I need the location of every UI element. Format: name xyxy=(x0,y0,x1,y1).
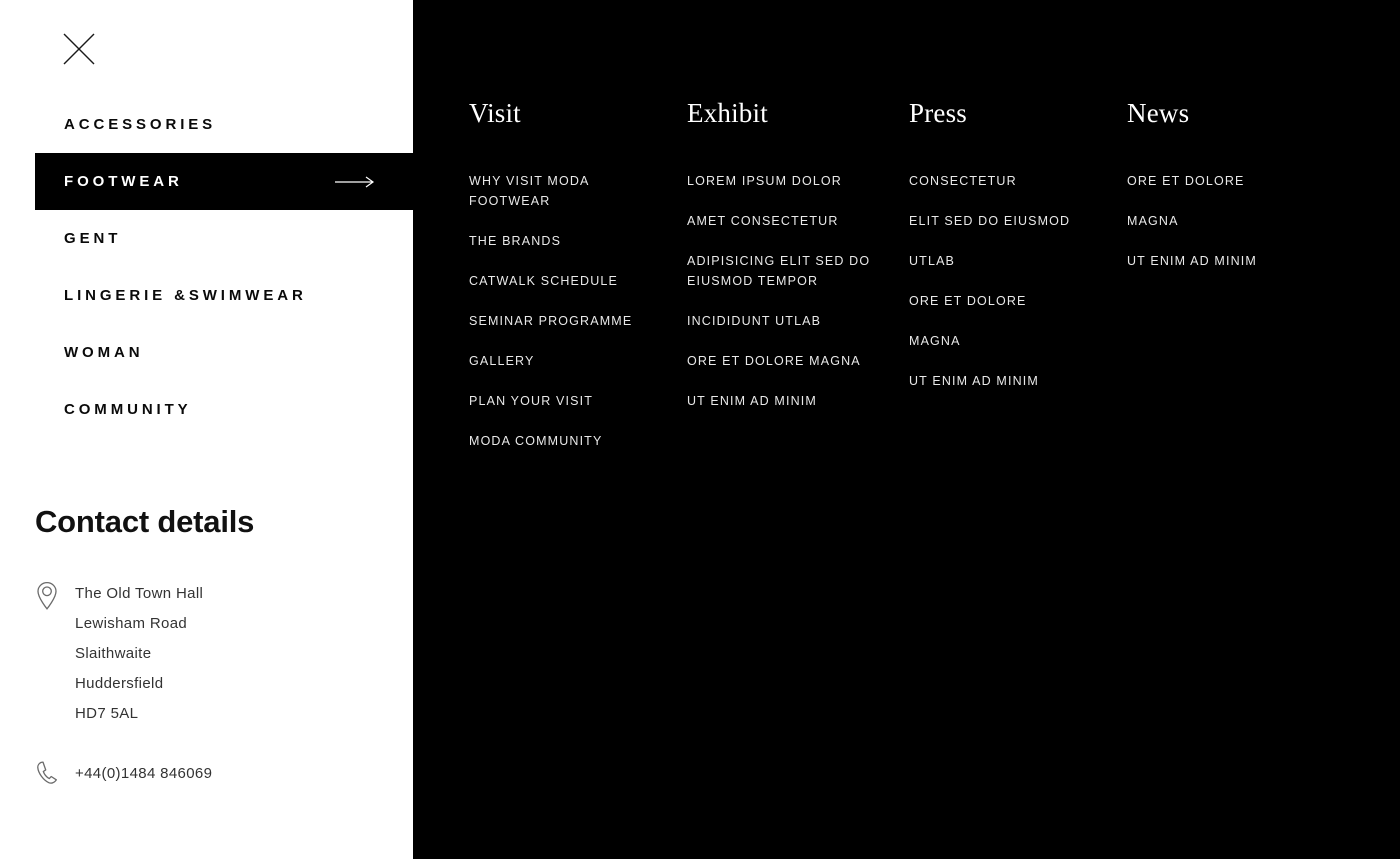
menu-link[interactable]: ADIPISICING ELIT SED DO EIUSMOD TEMPOR xyxy=(687,251,877,291)
address-line: The Old Town Hall xyxy=(75,585,204,603)
menu-link[interactable]: ORE ET DOLORE MAGNA xyxy=(687,351,877,371)
contact-details-title: Contact details xyxy=(35,504,255,539)
column-links: LOREM IPSUM DOLOR AMET CONSECTETUR ADIPI… xyxy=(687,171,909,411)
contact-details: Contact details The Old Town Hall Lewish… xyxy=(35,504,395,786)
column-links: ORE ET DOLORE MAGNA UT ENIM AD MINIM xyxy=(1127,171,1357,271)
column-heading: Visit xyxy=(469,98,521,128)
sidebar-item-lingerie-swimwear[interactable]: LINGERIE &SWIMWEAR xyxy=(0,267,413,324)
menu-link[interactable]: MAGNA xyxy=(909,331,1099,351)
mega-column-press: Press CONSECTETUR ELIT SED DO EIUSMOD UT… xyxy=(909,100,1127,451)
menu-link[interactable]: LOREM IPSUM DOLOR xyxy=(687,171,877,191)
menu-link[interactable]: WHY VISIT MODA FOOTWEAR xyxy=(469,171,659,211)
contact-phone-number: +44(0)1484 846069 xyxy=(75,764,213,782)
mega-menu-columns: Visit WHY VISIT MODA FOOTWEAR THE BRANDS… xyxy=(469,100,1357,451)
arrow-right-icon xyxy=(335,176,375,188)
menu-link[interactable]: UT ENIM AD MINIM xyxy=(687,391,877,411)
mega-menu-panel: Visit WHY VISIT MODA FOOTWEAR THE BRANDS… xyxy=(413,0,1400,859)
menu-link[interactable]: THE BRANDS xyxy=(469,231,659,251)
address-line: HD7 5AL xyxy=(75,705,139,723)
column-heading: Press xyxy=(909,98,968,128)
column-heading: Exhibit xyxy=(687,98,768,128)
menu-link[interactable]: UTLAB xyxy=(909,251,1099,271)
close-icon[interactable] xyxy=(62,32,96,66)
menu-link[interactable]: MODA COMMUNITY xyxy=(469,431,659,451)
address-line: Lewisham Road xyxy=(75,615,188,633)
sidebar-item-accessories[interactable]: ACCESSORIES xyxy=(0,96,413,153)
sidebar-panel: ACCESSORIES FOOTWEAR GENT LINGERIE &SWIM… xyxy=(0,0,413,859)
menu-link[interactable]: ORE ET DOLORE xyxy=(1127,171,1317,191)
sidebar-item-label: ACCESSORIES xyxy=(64,116,217,133)
menu-link[interactable]: GALLERY xyxy=(469,351,659,371)
sidebar-item-label: WOMAN xyxy=(64,344,144,361)
map-pin-icon xyxy=(35,579,75,611)
menu-link[interactable]: INCIDIDUNT UTLAB xyxy=(687,311,877,331)
sidebar-item-footwear[interactable]: FOOTWEAR xyxy=(35,153,413,210)
sidebar-item-label: FOOTWEAR xyxy=(64,173,183,190)
menu-link[interactable]: ORE ET DOLORE xyxy=(909,291,1099,311)
menu-link[interactable]: SEMINAR PROGRAMME xyxy=(469,311,659,331)
sidebar-item-label: COMMUNITY xyxy=(64,401,192,418)
menu-link[interactable]: PLAN YOUR VISIT xyxy=(469,391,659,411)
address-line: Huddersfield xyxy=(75,675,164,693)
address-line: Slaithwaite xyxy=(75,645,152,663)
menu-link[interactable]: ELIT SED DO EIUSMOD xyxy=(909,211,1099,231)
column-heading: News xyxy=(1127,98,1190,128)
menu-link[interactable]: CATWALK SCHEDULE xyxy=(469,271,659,291)
menu-link[interactable]: MAGNA xyxy=(1127,211,1317,231)
contact-address-lines: The Old Town Hall Lewisham Road Slaithwa… xyxy=(75,579,203,729)
sidebar-item-community[interactable]: COMMUNITY xyxy=(0,381,413,438)
sidebar-item-woman[interactable]: WOMAN xyxy=(0,324,413,381)
contact-phone-row[interactable]: +44(0)1484 846069 xyxy=(35,760,395,786)
phone-icon xyxy=(35,760,75,786)
sidebar-item-label: GENT xyxy=(64,230,122,247)
column-links: CONSECTETUR ELIT SED DO EIUSMOD UTLAB OR… xyxy=(909,171,1127,391)
primary-nav: ACCESSORIES FOOTWEAR GENT LINGERIE &SWIM… xyxy=(0,96,413,438)
navigation-overlay: ACCESSORIES FOOTWEAR GENT LINGERIE &SWIM… xyxy=(0,0,1400,859)
column-links: WHY VISIT MODA FOOTWEAR THE BRANDS CATWA… xyxy=(469,171,687,451)
menu-link[interactable]: CONSECTETUR xyxy=(909,171,1099,191)
menu-link[interactable]: AMET CONSECTETUR xyxy=(687,211,877,231)
mega-column-exhibit: Exhibit LOREM IPSUM DOLOR AMET CONSECTET… xyxy=(687,100,909,451)
sidebar-item-gent[interactable]: GENT xyxy=(0,210,413,267)
sidebar-item-label: LINGERIE &SWIMWEAR xyxy=(64,287,307,304)
menu-link[interactable]: UT ENIM AD MINIM xyxy=(1127,251,1317,271)
mega-column-visit: Visit WHY VISIT MODA FOOTWEAR THE BRANDS… xyxy=(469,100,687,451)
contact-address-row: The Old Town Hall Lewisham Road Slaithwa… xyxy=(35,579,395,729)
mega-column-news: News ORE ET DOLORE MAGNA UT ENIM AD MINI… xyxy=(1127,100,1357,451)
menu-link[interactable]: UT ENIM AD MINIM xyxy=(909,371,1099,391)
